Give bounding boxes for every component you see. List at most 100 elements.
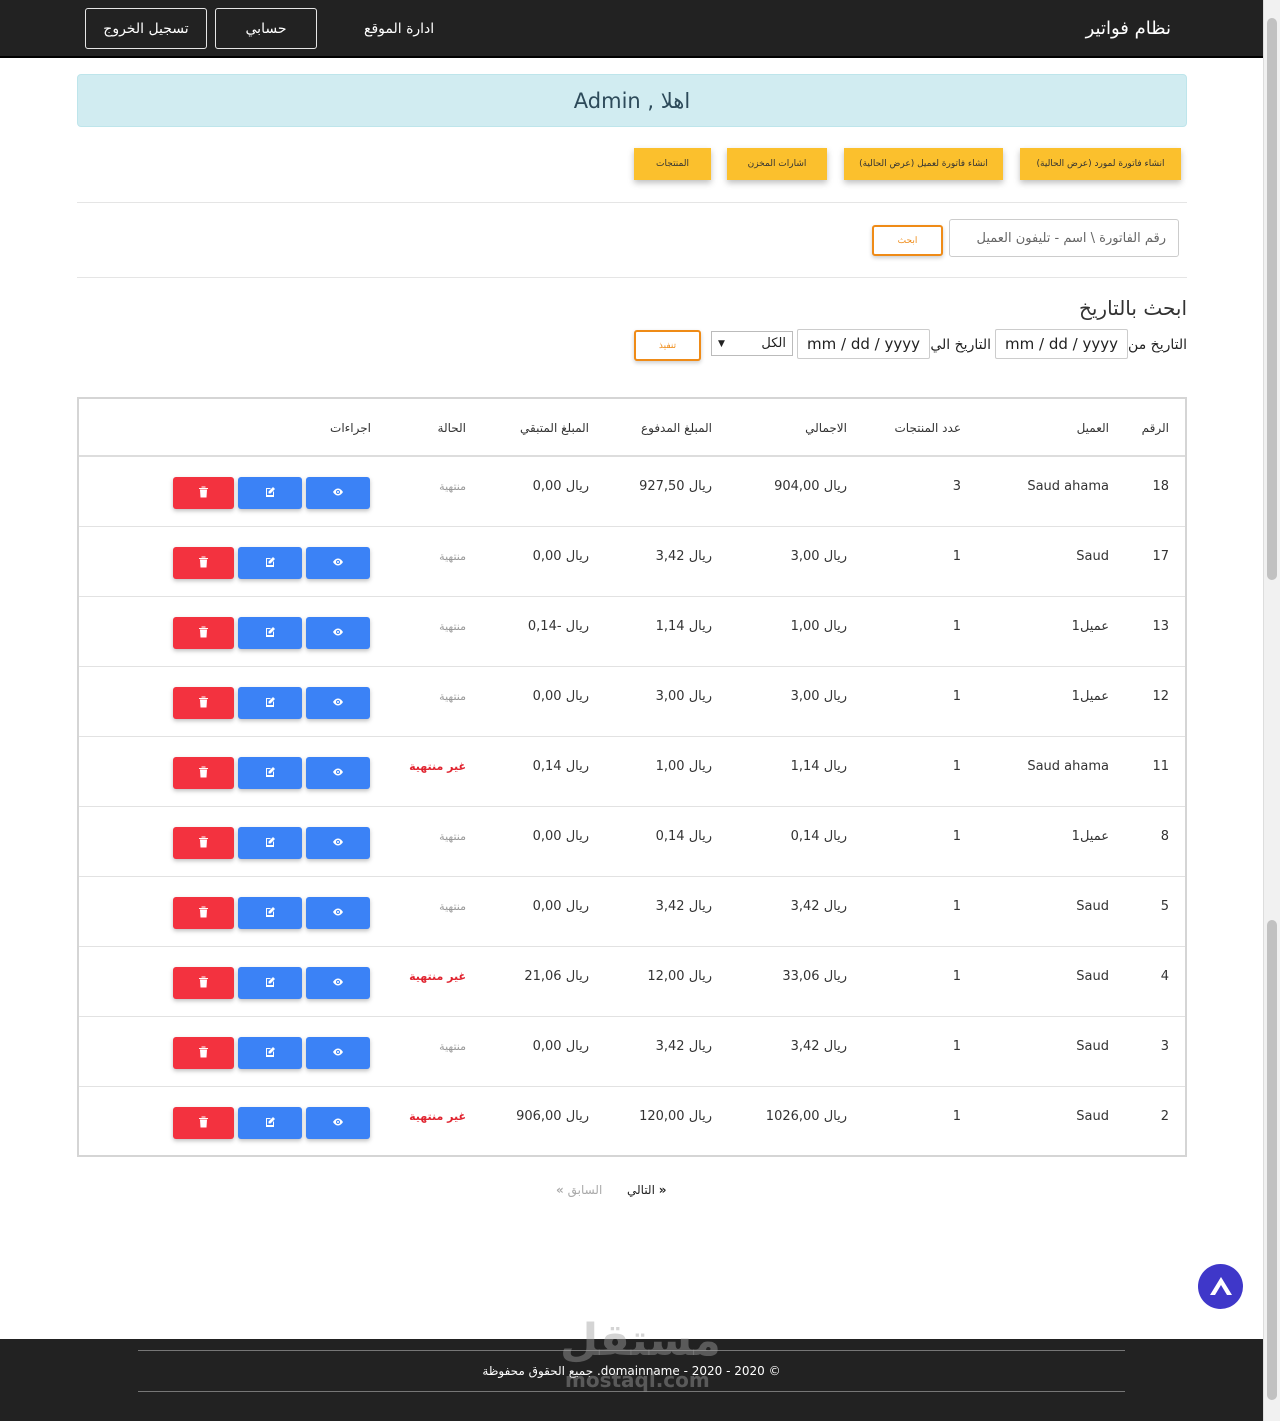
eye-icon [332, 1116, 344, 1131]
brand-title[interactable]: نظام فواتير [1086, 18, 1171, 39]
cell-remaining: ريال 906,00 [516, 1109, 589, 1124]
account-button[interactable]: حسابي [215, 8, 317, 49]
logout-button[interactable]: تسجيل الخروج [85, 8, 207, 49]
delete-button[interactable] [173, 1037, 234, 1069]
search-input[interactable]: رقم الفاتورة \ اسم - تليفون العميل [949, 219, 1179, 257]
date-to-input[interactable]: mm / dd / yyyy [797, 329, 930, 359]
pagination-prev[interactable]: السابق » [556, 1183, 602, 1197]
cell-count: 1 [952, 899, 961, 914]
eye-icon [332, 626, 344, 641]
cell-num: 18 [1152, 479, 1169, 494]
create-customer-invoice-button[interactable]: انشاء فاتورة لعميل (عرض الحالية) [844, 148, 1003, 180]
page-scrollbar[interactable] [1263, 0, 1280, 1421]
status-badge: غير منتهية [409, 970, 466, 983]
view-button[interactable] [306, 827, 370, 859]
delete-button[interactable] [173, 827, 234, 859]
edit-button[interactable] [238, 757, 302, 789]
delete-button[interactable] [173, 897, 234, 929]
cell-paid: ريال 1,00 [655, 759, 712, 774]
edit-icon [264, 696, 276, 711]
edit-button[interactable] [238, 477, 302, 509]
divider [77, 202, 1187, 203]
trash-icon [198, 1046, 209, 1061]
cell-customer: Saud [1076, 549, 1109, 564]
date-search-title: ابحث بالتاريخ [1078, 296, 1187, 320]
pagination-next-label: التالي [627, 1183, 655, 1197]
delete-button[interactable] [173, 967, 234, 999]
view-button[interactable] [306, 477, 370, 509]
trash-icon [198, 486, 209, 501]
cell-remaining: ريال 21,06 [524, 969, 589, 984]
scroll-to-top-button[interactable] [1198, 1264, 1243, 1309]
search-button[interactable]: ابحث [872, 225, 943, 256]
create-supplier-invoice-button[interactable]: انشاء فاتورة لمورد (عرض الحالية) [1020, 148, 1181, 180]
products-button[interactable]: المنتجات [634, 148, 711, 180]
edit-button[interactable] [238, 1037, 302, 1069]
view-button[interactable] [306, 757, 370, 789]
invoices-table: الرقم العميل عدد المنتجات الاجمالي المبل… [77, 397, 1187, 1157]
cell-remaining: ريال -0,14 [527, 619, 589, 634]
delete-button[interactable] [173, 477, 234, 509]
cell-num: 2 [1160, 1109, 1169, 1124]
view-button[interactable] [306, 547, 370, 579]
view-button[interactable] [306, 1037, 370, 1069]
scrollbar-thumb-lower[interactable] [1267, 920, 1277, 1400]
edit-button[interactable] [238, 617, 302, 649]
eye-icon [332, 766, 344, 781]
pagination-next[interactable]: « التالي [627, 1183, 667, 1197]
cell-paid: ريال 3,42 [655, 1039, 712, 1054]
delete-button[interactable] [173, 617, 234, 649]
cell-total: ريال 1,14 [790, 759, 847, 774]
double-chevron-right-icon: » [556, 1183, 564, 1197]
table-header: الرقم العميل عدد المنتجات الاجمالي المبل… [79, 399, 1185, 457]
cell-count: 1 [952, 549, 961, 564]
stock-alerts-button[interactable]: اشارات المخزن [727, 148, 827, 180]
cell-customer: Saud [1076, 899, 1109, 914]
view-button[interactable] [306, 687, 370, 719]
edit-button[interactable] [238, 687, 302, 719]
delete-button[interactable] [173, 687, 234, 719]
run-filter-button[interactable]: تنفيذ [634, 330, 701, 361]
cell-count: 1 [952, 829, 961, 844]
date-from-input[interactable]: mm / dd / yyyy [995, 329, 1128, 359]
cell-count: 3 [952, 479, 961, 494]
table-row: 17 Saud 1 ريال 3,00 ريال 3,42 ريال 0,00 منتهية [79, 527, 1185, 597]
cell-num: 3 [1160, 1039, 1169, 1054]
edit-button[interactable] [238, 897, 302, 929]
cell-num: 12 [1152, 689, 1169, 704]
eye-icon [332, 486, 344, 501]
scrollbar-thumb[interactable] [1267, 18, 1277, 580]
view-button[interactable] [306, 1107, 370, 1139]
edit-icon [264, 1046, 276, 1061]
cell-remaining: ريال 0,00 [532, 829, 589, 844]
dropdown-arrow-icon: ▼ [718, 338, 725, 349]
site-admin-link[interactable]: ادارة الموقع [364, 21, 434, 37]
edit-button[interactable] [238, 1107, 302, 1139]
divider [77, 277, 1187, 278]
edit-icon [264, 626, 276, 641]
status-badge: منتهية [439, 830, 466, 843]
cell-count: 1 [952, 1109, 961, 1124]
delete-button[interactable] [173, 547, 234, 579]
cell-remaining: ريال 0,00 [532, 549, 589, 564]
status-filter-select[interactable]: ▼ الكل [711, 331, 793, 356]
delete-button[interactable] [173, 1107, 234, 1139]
header-customer: العميل [1076, 421, 1109, 435]
status-badge: منتهية [439, 480, 466, 493]
cell-count: 1 [952, 1039, 961, 1054]
edit-button[interactable] [238, 827, 302, 859]
view-button[interactable] [306, 967, 370, 999]
view-button[interactable] [306, 897, 370, 929]
cell-total: ريال 0,14 [790, 829, 847, 844]
edit-button[interactable] [238, 547, 302, 579]
cell-customer: Saud ahama [1027, 759, 1109, 774]
table-row: 13 عميل1 1 ريال 1,00 ريال 1,14 ريال -0,14 منته… [79, 597, 1185, 667]
header-num: الرقم [1141, 421, 1169, 435]
delete-button[interactable] [173, 757, 234, 789]
table-row: 2 Saud 1 ريال 1026,00 ريال 120,00 ريال 906,00… [79, 1087, 1185, 1157]
header-status: الحالة [437, 421, 466, 435]
status-badge: منتهية [439, 620, 466, 633]
status-badge: منتهية [439, 900, 466, 913]
edit-button[interactable] [238, 967, 302, 999]
view-button[interactable] [306, 617, 370, 649]
